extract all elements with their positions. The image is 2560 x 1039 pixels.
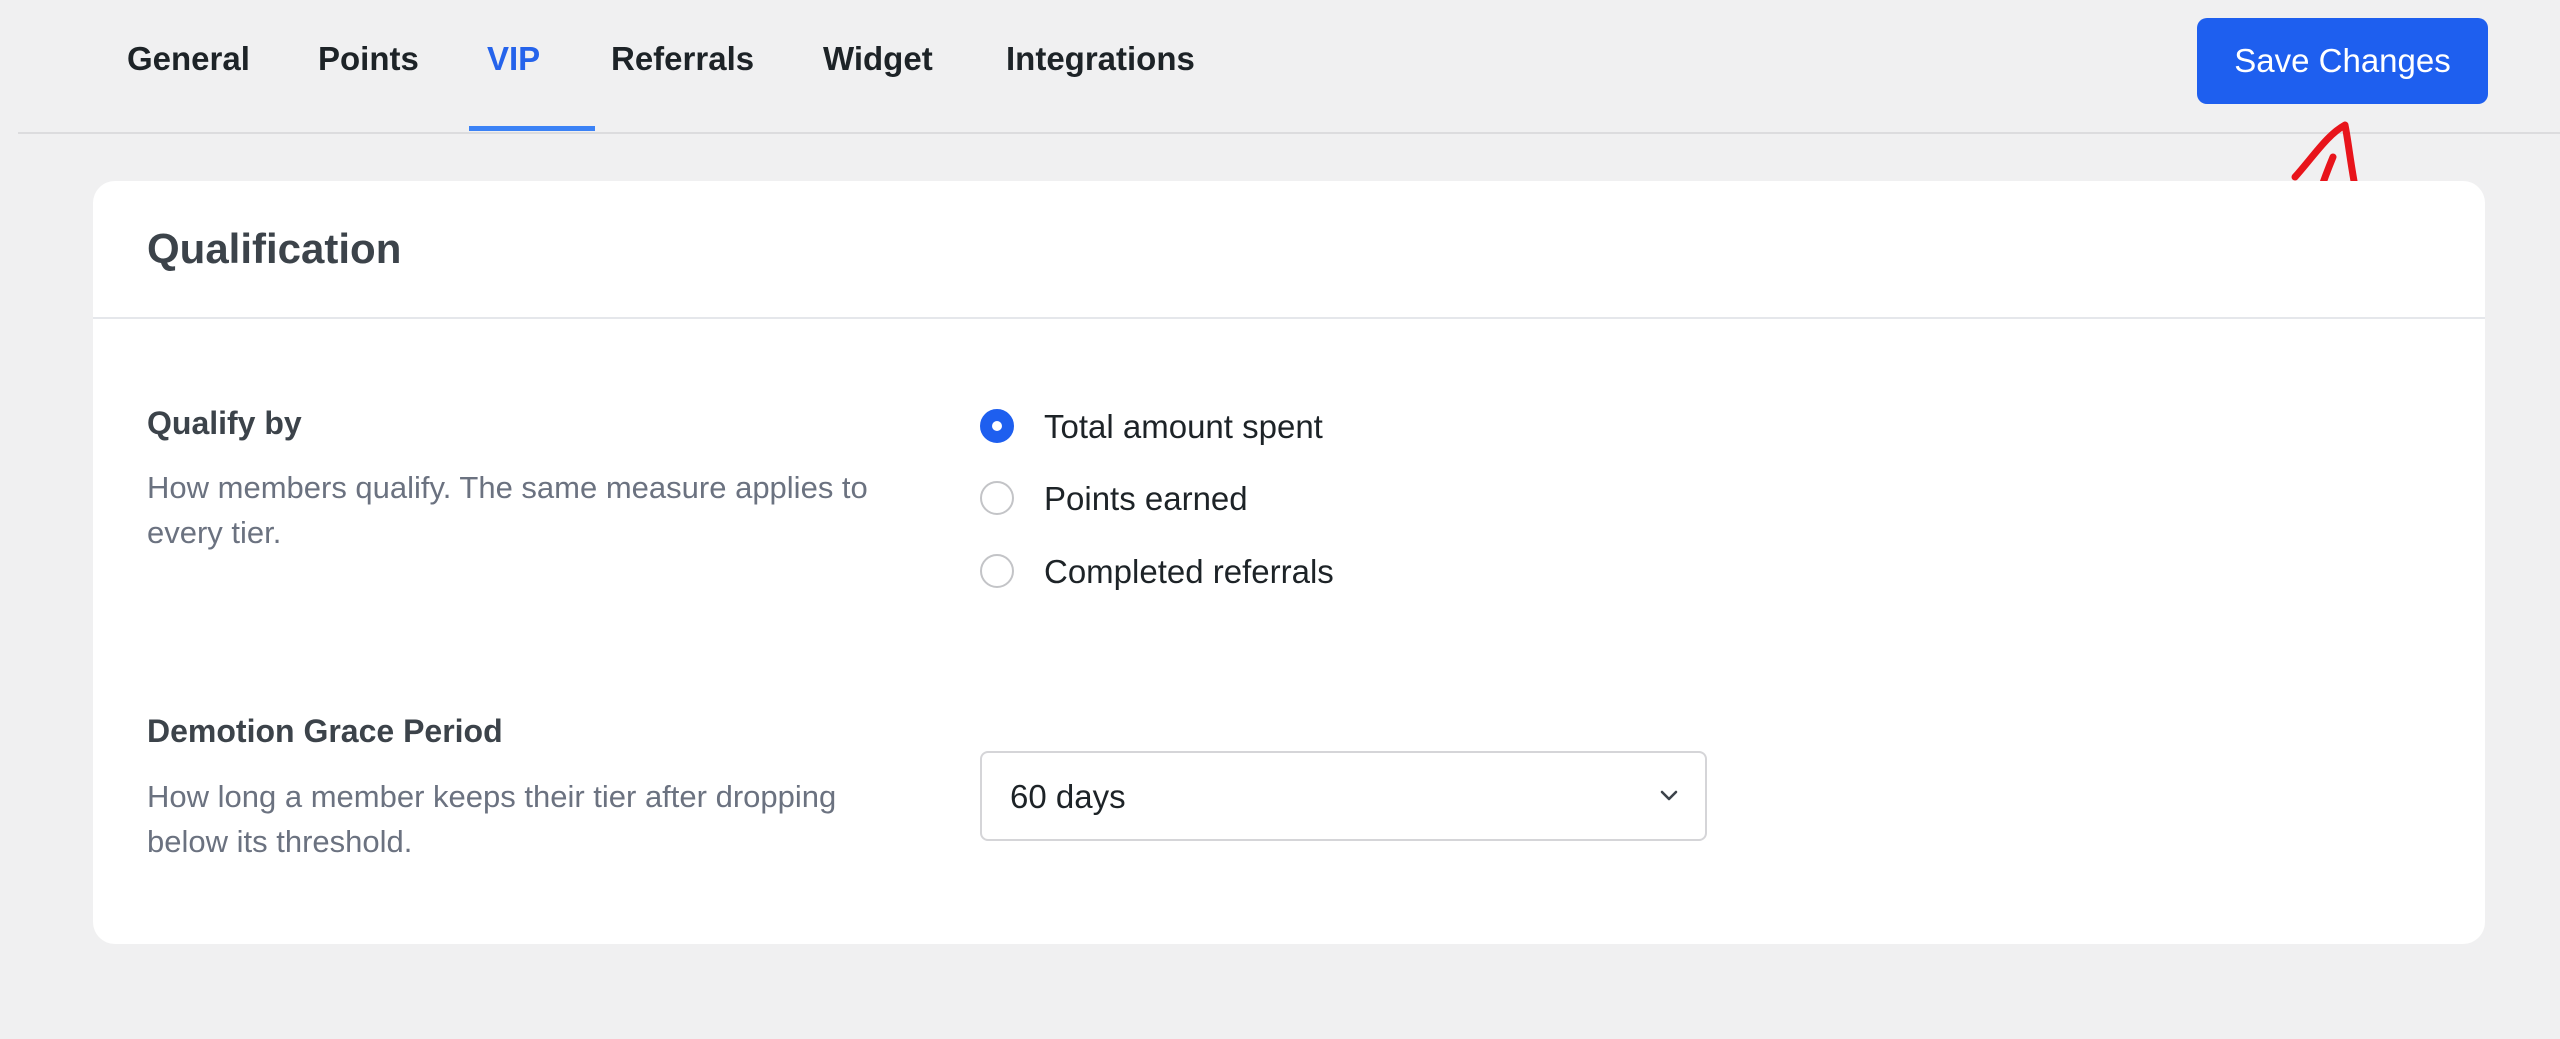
grace-period-select[interactable]: 60 days xyxy=(980,751,1707,841)
tab-integrations[interactable]: Integrations xyxy=(1006,0,1195,132)
qualify-by-label: Qualify by xyxy=(147,405,302,441)
card-title: Qualification xyxy=(147,225,402,272)
tab-bar: General Points VIP Referrals Widget Inte… xyxy=(18,0,2560,134)
tab-referrals[interactable]: Referrals xyxy=(611,0,754,132)
radio-label: Points earned xyxy=(1044,480,1248,517)
radio-label: Total amount spent xyxy=(1044,408,1323,445)
radio-label: Completed referrals xyxy=(1044,553,1334,590)
radio-button[interactable] xyxy=(980,554,1014,588)
qualify-by-description: How members qualify. The same measure ap… xyxy=(147,470,868,550)
card-header: Qualification xyxy=(93,181,2485,319)
qualification-card: Qualification Qualify by How members qua… xyxy=(93,181,2485,944)
radio-button-checked[interactable] xyxy=(980,409,1014,443)
grace-period-description: How long a member keeps their tier after… xyxy=(147,779,837,859)
tab-vip[interactable]: VIP xyxy=(487,0,540,132)
tab-widget[interactable]: Widget xyxy=(823,0,933,132)
tab-points[interactable]: Points xyxy=(318,0,419,132)
save-changes-button[interactable]: Save Changes xyxy=(2197,18,2488,104)
grace-period-label: Demotion Grace Period xyxy=(147,713,503,749)
radio-button[interactable] xyxy=(980,481,1014,515)
chevron-down-icon xyxy=(1660,790,1678,801)
select-value: 60 days xyxy=(1010,778,1126,815)
tab-general[interactable]: General xyxy=(127,0,250,132)
active-tab-indicator xyxy=(469,126,595,131)
